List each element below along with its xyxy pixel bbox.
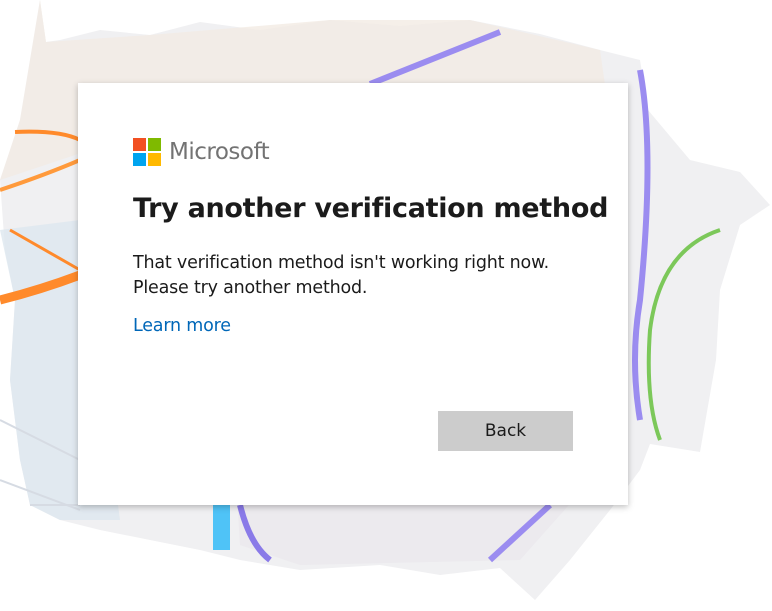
learn-more-link[interactable]: Learn more — [133, 316, 231, 336]
dialog-title: Try another verification method — [133, 193, 609, 224]
verification-dialog: Microsoft Try another verification metho… — [78, 83, 628, 505]
message-line-1: That verification method isn't working r… — [133, 253, 549, 273]
microsoft-logo: Microsoft — [133, 138, 270, 166]
logo-square-red — [133, 138, 146, 151]
blue-bar — [213, 505, 230, 550]
brand-name: Microsoft — [169, 139, 270, 165]
microsoft-logo-icon — [133, 138, 161, 166]
logo-square-yellow — [148, 153, 161, 166]
message-line-2: Please try another method. — [133, 278, 368, 298]
logo-square-blue — [133, 153, 146, 166]
login-screen: Microsoft Try another verification metho… — [0, 0, 772, 611]
back-button[interactable]: Back — [438, 411, 573, 451]
dialog-message: That verification method isn't working r… — [133, 251, 573, 301]
logo-square-green — [148, 138, 161, 151]
